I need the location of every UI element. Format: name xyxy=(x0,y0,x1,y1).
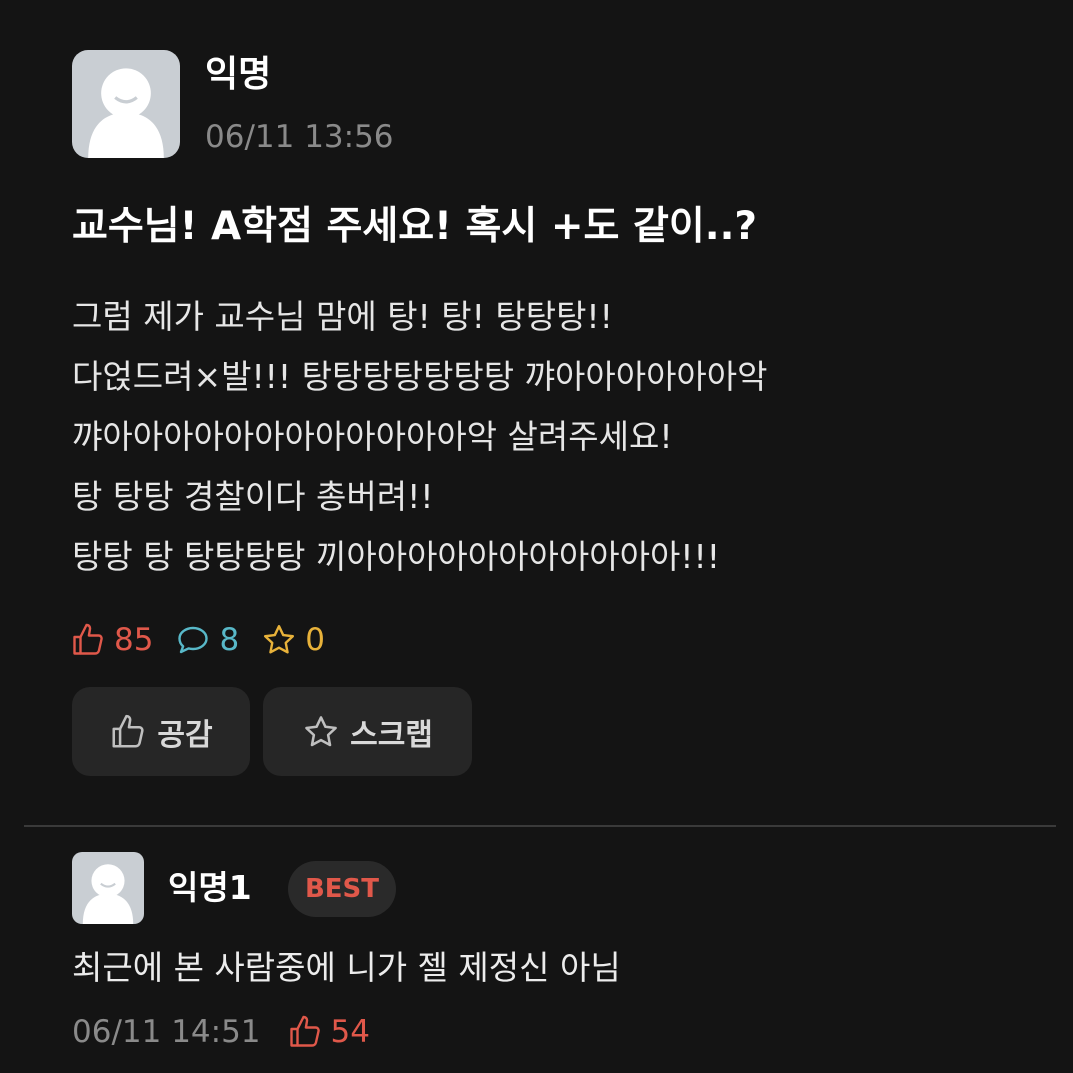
section-divider xyxy=(24,825,1056,827)
like-button[interactable]: 공감 xyxy=(72,687,250,776)
scrap-button[interactable]: 스크랩 xyxy=(263,687,472,776)
comment-timestamp: 06/11 14:51 xyxy=(72,1014,261,1050)
scrap-count: 0 xyxy=(305,622,325,658)
post-body-line: 꺄아아아아아아아아아아아아악 살려주세요! xyxy=(72,417,673,456)
default-user-icon xyxy=(82,864,134,924)
comment-author-name: 익명1 xyxy=(168,868,252,907)
default-user-icon xyxy=(88,68,164,158)
comment-like-count: 54 xyxy=(330,1014,370,1050)
post-author-avatar[interactable] xyxy=(72,50,180,158)
post-body-line: 탕 탕탕 경찰이다 총버려!! xyxy=(72,477,434,516)
post-body-line: 다얹드려×발!!! 탕탕탕탕탕탕탕 꺄아아아아아아악 xyxy=(72,357,768,396)
thumbs-up-icon xyxy=(289,1015,320,1047)
star-icon xyxy=(264,625,295,654)
like-count-stat: 85 xyxy=(70,622,153,658)
comment-count-stat: 8 xyxy=(175,622,239,658)
post-body: 그럼 제가 교수님 맘에 탕! 탕! 탕탕탕!! 다얹드려×발!!! 탕탕탕탕탕… xyxy=(72,287,1062,587)
comment-like-button[interactable]: 54 xyxy=(287,1014,370,1050)
comment-meta: 06/11 14:51 54 xyxy=(72,1009,370,1055)
thumbs-up-icon xyxy=(73,623,103,655)
thumbs-up-icon xyxy=(112,714,144,748)
scrap-button-label: 스크랩 xyxy=(350,717,433,753)
star-icon xyxy=(305,715,337,746)
like-button-label: 공감 xyxy=(157,717,213,753)
post-stats: 85 8 0 xyxy=(70,617,347,663)
post-title: 교수님! A학점 주세요! 혹시 +도 같이..? xyxy=(72,204,758,249)
post-author-name: 익명 xyxy=(205,54,272,95)
speech-bubble-icon xyxy=(178,626,209,654)
comment-author-avatar[interactable] xyxy=(72,852,144,924)
comment-count: 8 xyxy=(219,622,240,658)
scrap-count-stat: 0 xyxy=(261,622,325,658)
best-badge: BEST xyxy=(288,861,396,917)
post-body-line: 그럼 제가 교수님 맘에 탕! 탕! 탕탕탕!! xyxy=(72,297,613,336)
like-count: 85 xyxy=(114,622,154,658)
post-timestamp: 06/11 13:56 xyxy=(205,119,394,155)
post-body-line: 탕탕 탕 탕탕탕탕 끼아아아아아아아아아아아!!! xyxy=(72,537,720,576)
comment-text: 최근에 본 사람중에 니가 젤 제정신 아님 xyxy=(72,948,621,987)
